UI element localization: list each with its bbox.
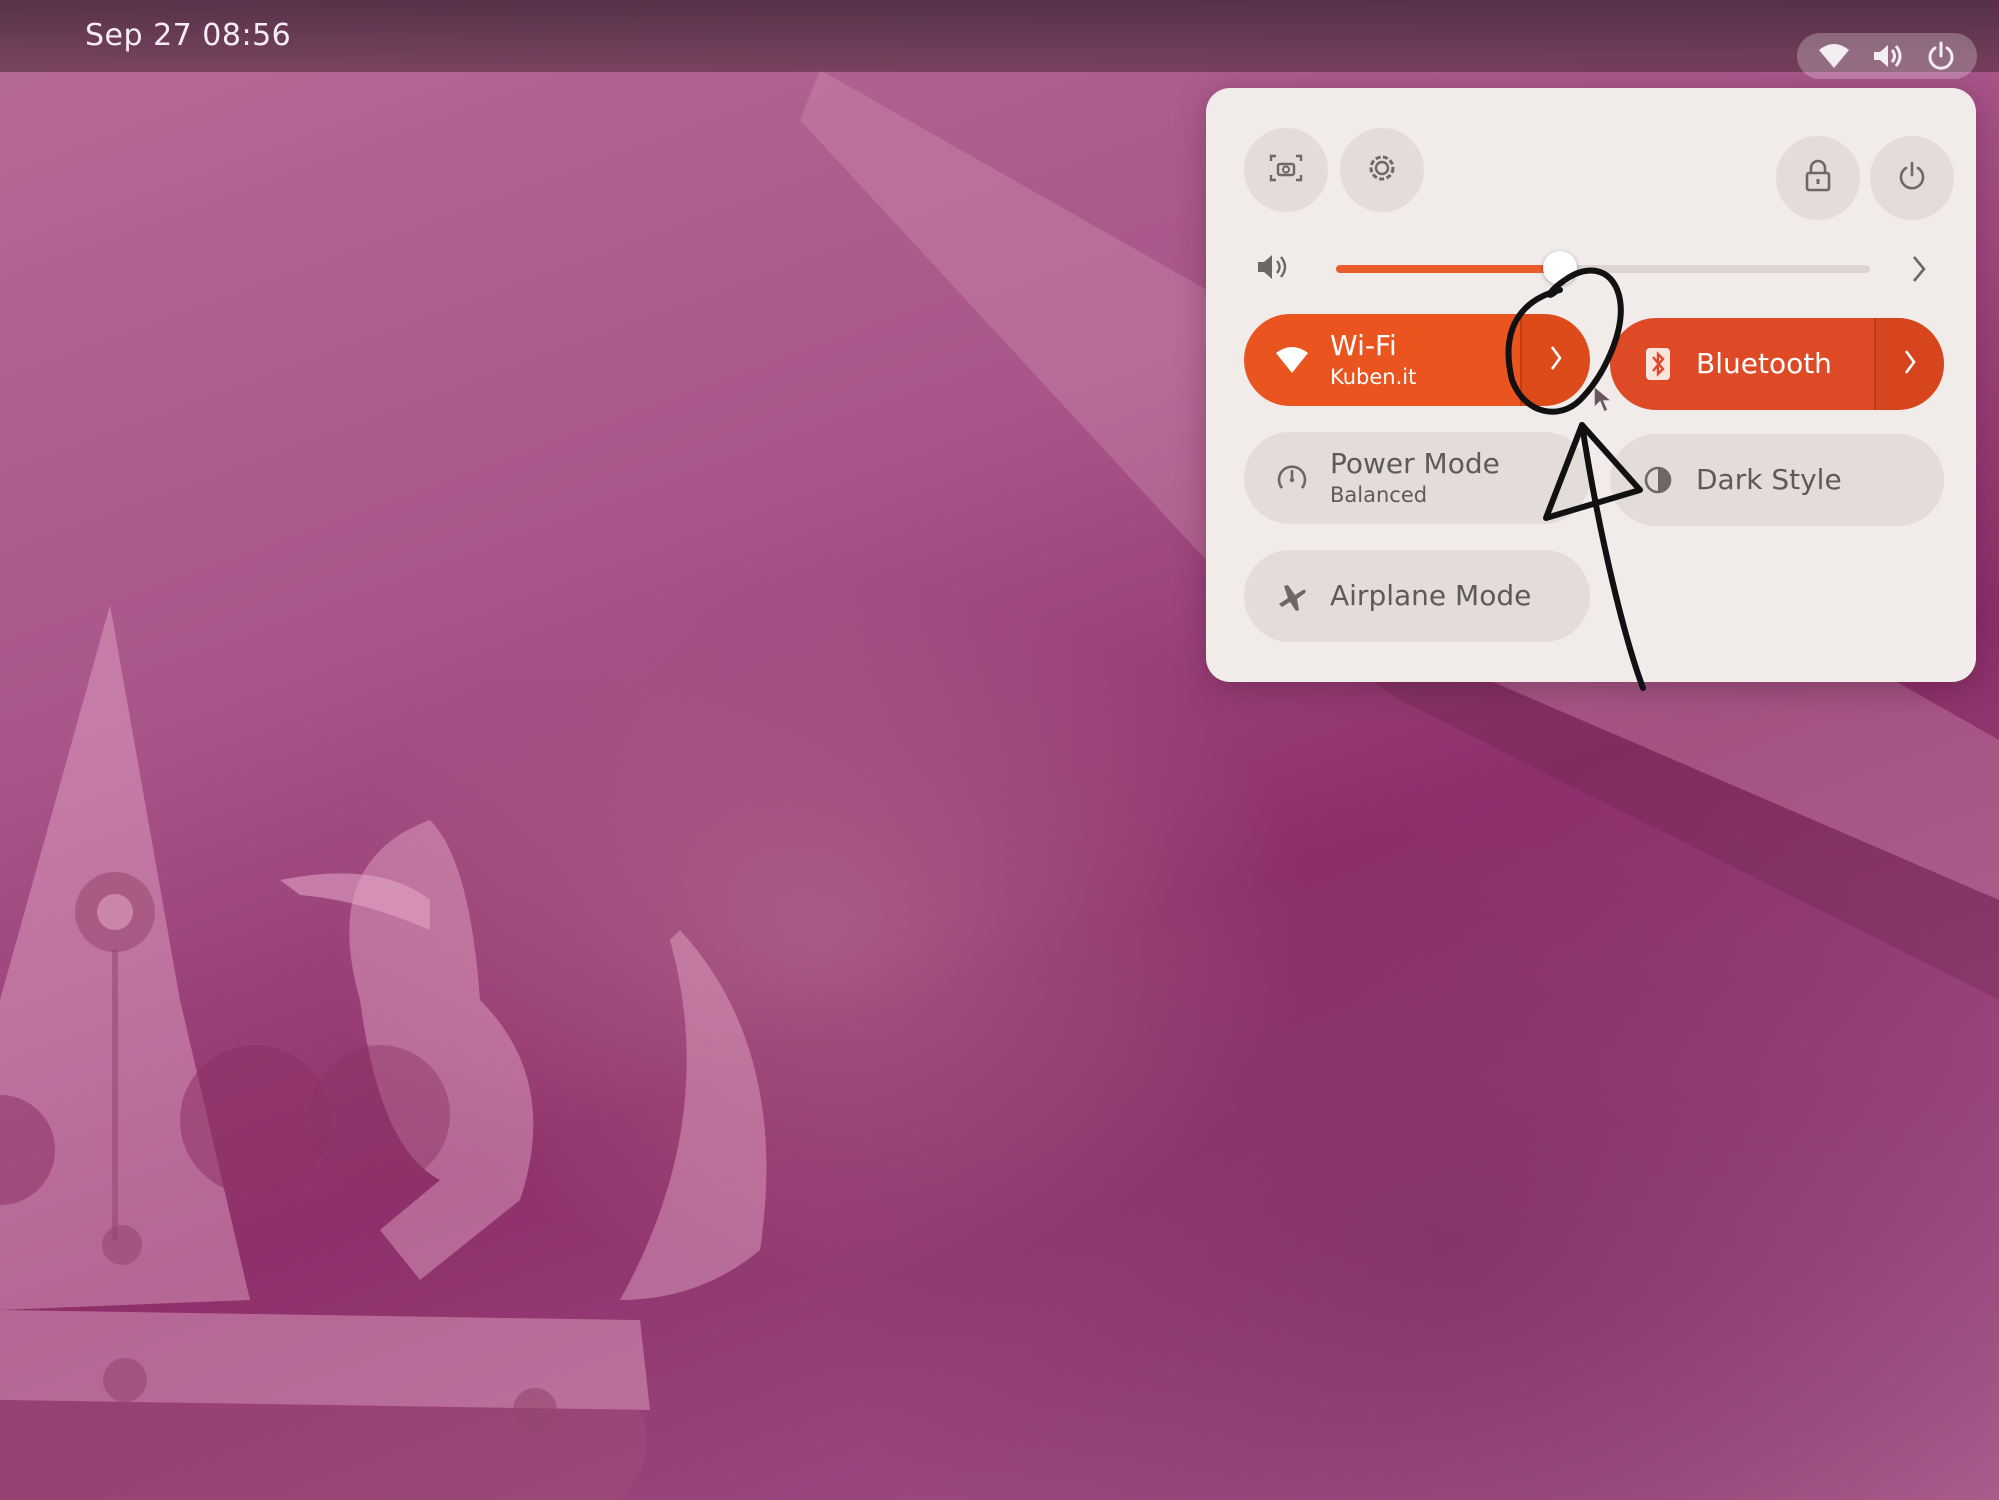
power-mode-value: Balanced <box>1330 483 1428 507</box>
settings-button[interactable] <box>1340 128 1424 212</box>
lock-button[interactable] <box>1776 136 1860 220</box>
lock-icon <box>1804 159 1832 197</box>
power-off-button[interactable] <box>1870 136 1954 220</box>
screenshot-icon <box>1269 153 1303 187</box>
dark-style-title: Dark Style <box>1696 463 1842 496</box>
volume-row <box>1256 238 1946 298</box>
volume-slider-fill <box>1336 265 1561 273</box>
volume-icon <box>1872 42 1904 70</box>
wifi-toggle-main[interactable]: Wi-Fi Kuben.it <box>1244 314 1520 406</box>
settings-icon <box>1365 151 1399 189</box>
dark-style-toggle[interactable]: Dark Style <box>1610 434 1944 526</box>
bluetooth-toggle[interactable]: Bluetooth <box>1610 318 1944 410</box>
power-icon <box>1897 161 1927 195</box>
airplane-icon <box>1272 576 1312 616</box>
power-icon <box>1926 41 1956 71</box>
volume-slider[interactable] <box>1336 251 1870 285</box>
wifi-network-name: Kuben.it <box>1330 365 1417 389</box>
bluetooth-icon <box>1638 344 1678 384</box>
bluetooth-title: Bluetooth <box>1696 347 1832 380</box>
airplane-mode-toggle[interactable]: Airplane Mode <box>1244 550 1590 642</box>
desktop: Sep 27 08:56 Wi-Fi Kuben.it Bluetooth Po… <box>0 0 1999 1500</box>
volume-expand-chevron-icon[interactable] <box>1910 254 1928 288</box>
wifi-toggle[interactable]: Wi-Fi Kuben.it <box>1244 314 1590 406</box>
dark-style-icon <box>1638 460 1678 500</box>
volume-icon <box>1256 252 1290 286</box>
system-status-menu[interactable] <box>1797 33 1977 79</box>
wifi-menu-button[interactable] <box>1520 314 1590 406</box>
power-mode-gauge-icon <box>1272 458 1312 498</box>
screenshot-button[interactable] <box>1244 128 1328 212</box>
volume-slider-knob[interactable] <box>1543 251 1578 285</box>
wifi-icon <box>1272 340 1312 380</box>
bluetooth-toggle-main[interactable]: Bluetooth <box>1610 318 1874 410</box>
mouse-cursor-icon <box>1592 384 1616 418</box>
chevron-right-icon <box>1548 344 1564 376</box>
airplane-mode-title: Airplane Mode <box>1330 579 1532 612</box>
clock[interactable]: Sep 27 08:56 <box>85 18 291 53</box>
wifi-icon <box>1818 42 1850 70</box>
power-mode-toggle[interactable]: Power Mode Balanced <box>1244 432 1590 524</box>
quick-settings-panel: Wi-Fi Kuben.it Bluetooth Power Mode Bala… <box>1206 88 1976 682</box>
bluetooth-menu-button[interactable] <box>1874 318 1944 410</box>
wifi-title: Wi-Fi <box>1330 329 1397 362</box>
chevron-right-icon <box>1902 348 1918 380</box>
top-bar: Sep 27 08:56 <box>0 0 1999 79</box>
power-mode-title: Power Mode <box>1330 447 1500 480</box>
